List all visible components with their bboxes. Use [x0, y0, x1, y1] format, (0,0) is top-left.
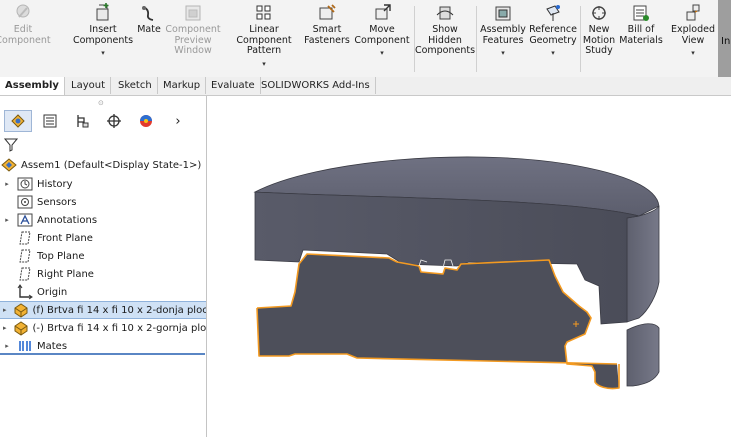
linear-pattern-icon [256, 5, 271, 20]
history-folder-icon [17, 177, 33, 191]
move-component-icon [375, 4, 391, 20]
tree-item-history[interactable]: ▸ History [0, 175, 206, 193]
plane-icon [19, 267, 31, 281]
sensors-icon [17, 195, 33, 209]
property-manager-tab[interactable] [36, 110, 64, 132]
assembly-features-icon [495, 6, 511, 21]
ribbon-separator [580, 6, 581, 72]
ribbon-overflow-button[interactable]: In [718, 0, 731, 77]
dropdown-arrow-icon[interactable]: ▾ [101, 48, 105, 59]
dimxpert-icon [107, 114, 121, 128]
dimxpert-tab[interactable] [100, 110, 128, 132]
feature-manager-icon [11, 114, 25, 128]
panel-grip-icon[interactable]: ⊙ [98, 99, 104, 107]
new-motion-study-button[interactable]: New Motion Study [582, 2, 616, 74]
smart-fasteners-button[interactable]: Smart Fasteners [304, 2, 350, 74]
assembly-features-button[interactable]: Assembly Features ▾ [480, 2, 526, 74]
expand-arrow-icon[interactable]: ▸ [3, 306, 7, 314]
tree-item-assembly-root[interactable]: Assem1 (Default<Display State-1>) [0, 156, 206, 174]
assembly-model[interactable] [207, 96, 731, 437]
tree-item-origin[interactable]: Origin [0, 283, 206, 301]
origin-icon [17, 284, 33, 300]
dropdown-arrow-icon[interactable]: ▾ [380, 48, 384, 59]
part-icon [14, 303, 28, 318]
display-manager-icon [140, 115, 152, 127]
command-manager-ribbon: Edit Component Insert Components ▾ Mate … [0, 0, 731, 78]
part-icon [14, 321, 28, 336]
show-hidden-icon [436, 6, 454, 20]
tree-item-right-plane[interactable]: Right Plane [0, 265, 206, 283]
tab-assembly[interactable]: Assembly [0, 77, 65, 95]
tab-sketch[interactable]: Sketch [113, 77, 158, 94]
insert-components-icon [96, 3, 109, 21]
mates-icon [19, 341, 31, 351]
dropdown-arrow-icon[interactable]: ▾ [262, 59, 266, 70]
configuration-manager-icon [77, 115, 89, 128]
plane-icon [19, 249, 31, 263]
expand-arrow-icon[interactable]: ▸ [3, 324, 7, 332]
expand-arrow-icon[interactable]: ▸ [3, 216, 11, 224]
tree-item-top-plane[interactable]: Top Plane [0, 247, 206, 265]
tab-markup[interactable]: Markup [158, 77, 207, 94]
edit-component-button[interactable]: Edit Component [0, 2, 51, 74]
dropdown-arrow-icon[interactable]: ▾ [551, 48, 555, 59]
tree-item-part-donja[interactable]: ▸ (f) Brtva fi 14 x fi 10 x 2-donja ploc [0, 301, 206, 319]
annotations-icon [17, 213, 33, 227]
reference-geometry-icon [546, 5, 560, 21]
move-component-button[interactable]: Move Component ▾ [354, 2, 410, 74]
graphics-area[interactable] [207, 96, 731, 437]
filter-icon [4, 138, 18, 152]
property-manager-icon [43, 114, 57, 128]
feature-manager-panel: ⊙ › Assem1 (Default<Display State-1>) ▸ … [0, 96, 207, 437]
smart-fasteners-icon [319, 4, 336, 20]
feature-manager-tab[interactable] [4, 110, 32, 132]
motion-study-icon [592, 6, 606, 20]
plane-icon [19, 231, 31, 245]
show-hidden-components-button[interactable]: Show Hidden Components [415, 2, 475, 74]
tree-filter[interactable] [2, 136, 202, 154]
preview-window-icon [185, 5, 201, 21]
assembly-icon [1, 158, 17, 172]
exploded-view-button[interactable]: Exploded View ▾ [668, 2, 718, 74]
configuration-manager-tab[interactable] [68, 110, 96, 132]
bill-of-materials-button[interactable]: Bill of Materials [618, 2, 664, 74]
tree-item-part-gornja[interactable]: ▸ (-) Brtva fi 14 x fi 10 x 2-gornja plo… [0, 319, 206, 337]
tree-item-annotations[interactable]: ▸ Annotations [0, 211, 206, 229]
linear-component-pattern-button[interactable]: Linear Component Pattern ▾ [224, 2, 304, 74]
command-manager-tabs: Assembly Layout Sketch Markup Evaluate S… [0, 77, 731, 96]
dropdown-arrow-icon[interactable]: ▾ [691, 48, 695, 59]
component-preview-window-button[interactable]: Component Preview Window [165, 2, 221, 74]
tab-layout[interactable]: Layout [66, 77, 111, 94]
exploded-view-icon [686, 4, 700, 21]
tree-item-front-plane[interactable]: Front Plane [0, 229, 206, 247]
ribbon-separator [476, 6, 477, 72]
expand-arrow-icon[interactable]: ▸ [3, 342, 11, 350]
mate-button[interactable]: Mate [134, 2, 164, 74]
mate-icon [142, 6, 154, 21]
reference-geometry-button[interactable]: Reference Geometry ▾ [528, 2, 578, 74]
panel-tabs: › [0, 110, 206, 132]
insert-components-button[interactable]: Insert Components ▾ [73, 2, 133, 74]
bom-icon [633, 5, 649, 21]
lower-part-side-face[interactable] [626, 323, 660, 387]
more-tabs-button[interactable]: › [164, 110, 192, 132]
upper-part-side-face[interactable] [626, 205, 660, 323]
edit-component-icon [16, 4, 30, 18]
tab-solidworks-add-ins[interactable]: SOLIDWORKS Add-Ins [256, 77, 376, 94]
tree-item-sensors[interactable]: Sensors [0, 193, 206, 211]
display-manager-tab[interactable] [132, 110, 160, 132]
tree-rollback-bar[interactable] [0, 353, 205, 355]
dropdown-arrow-icon[interactable]: ▾ [501, 48, 505, 59]
tab-evaluate[interactable]: Evaluate [206, 77, 261, 94]
expand-arrow-icon[interactable]: ▸ [3, 180, 11, 188]
